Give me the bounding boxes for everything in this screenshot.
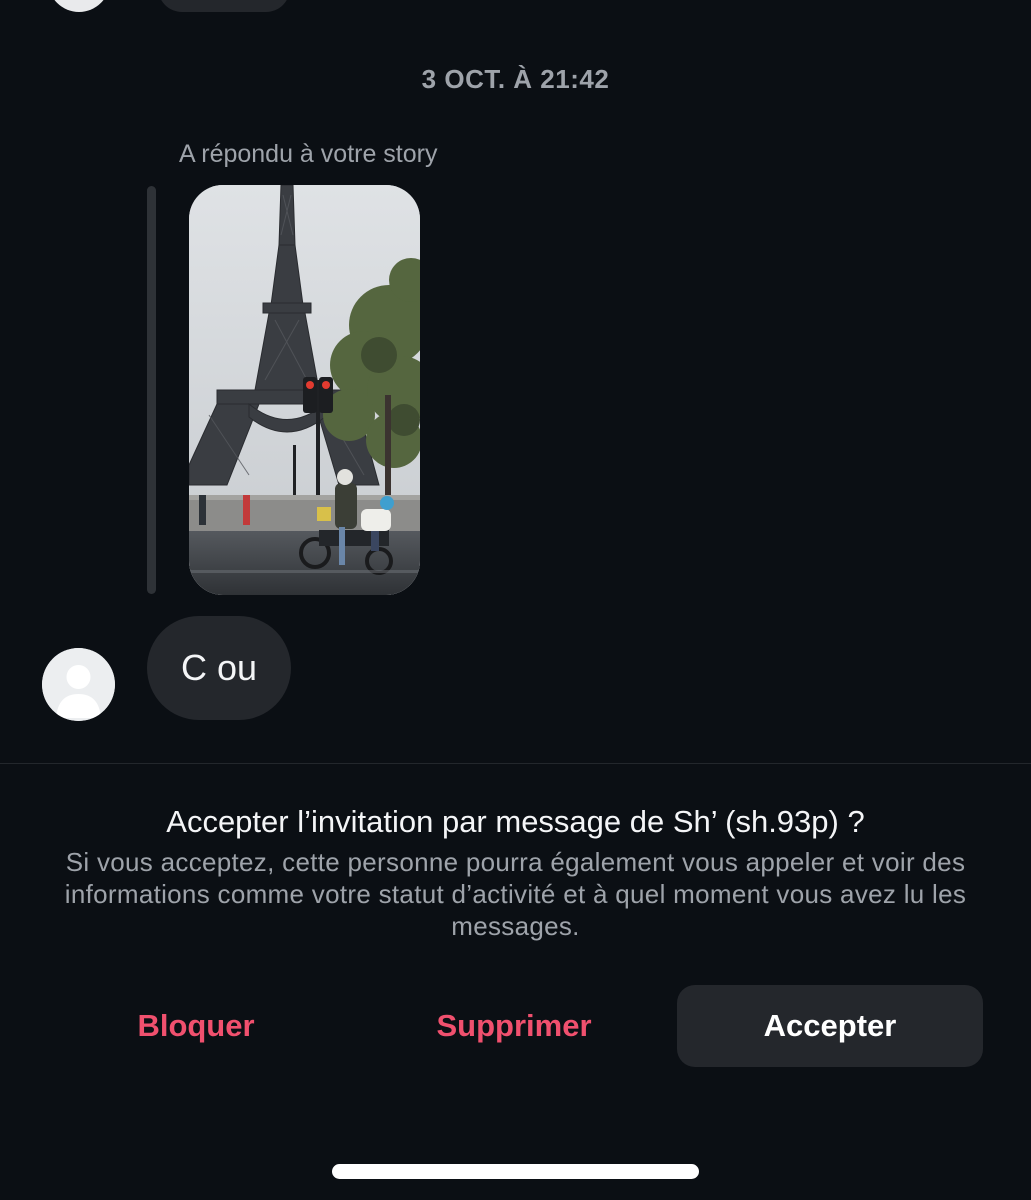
message-bubble[interactable]: C ou	[147, 616, 291, 720]
divider	[0, 763, 1031, 764]
default-user-icon	[42, 648, 115, 721]
eiffel-tower-photo	[189, 185, 420, 595]
delete-button[interactable]: Supprimer	[364, 985, 664, 1067]
story-thumbnail[interactable]	[189, 185, 420, 595]
message-timestamp: 3 OCT. À 21:42	[421, 64, 610, 94]
story-reply-caption: A répondu à votre story	[179, 140, 438, 168]
dm-request-screen: 3 OCT. À 21:42 A répondu à votre story C…	[0, 0, 1031, 1200]
previous-avatar	[48, 0, 110, 12]
sender-avatar[interactable]	[42, 648, 115, 721]
invitation-description: Si vous acceptez, cette personne pourra …	[64, 847, 967, 941]
previous-message-bubble	[158, 0, 290, 12]
invitation-title: Accepter l’invitation par message de Sh’…	[166, 804, 865, 839]
home-indicator[interactable]	[332, 1164, 699, 1179]
accept-button[interactable]: Accepter	[677, 985, 983, 1067]
reply-indicator-bar	[147, 186, 156, 594]
block-button[interactable]: Bloquer	[46, 985, 346, 1067]
